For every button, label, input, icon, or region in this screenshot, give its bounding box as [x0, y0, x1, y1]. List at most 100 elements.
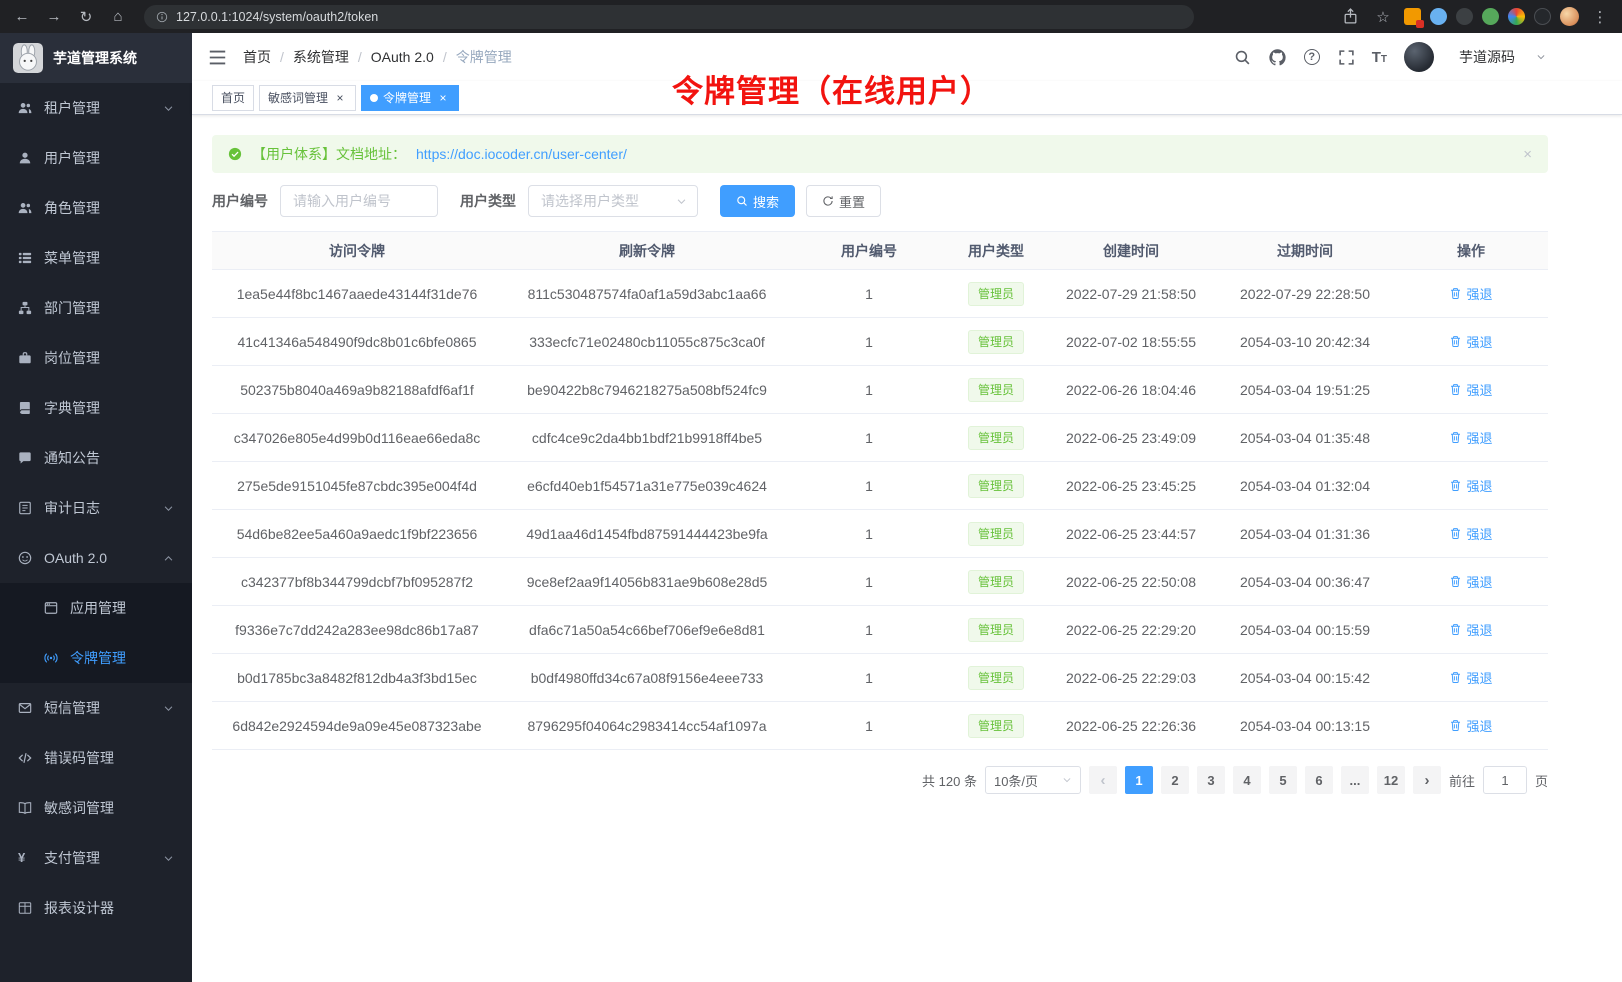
force-logout-button[interactable]: 强退 — [1449, 524, 1492, 543]
more-vert-icon[interactable]: ⋮ — [1588, 5, 1612, 29]
tab-close-icon[interactable]: × — [436, 91, 450, 105]
share-icon[interactable] — [1342, 8, 1359, 25]
breadcrumb-item[interactable]: 系统管理 — [293, 47, 349, 67]
tab[interactable]: 首页 — [212, 85, 254, 111]
force-logout-button[interactable]: 强退 — [1449, 668, 1492, 687]
bookmark-star-icon[interactable]: ☆ — [1371, 5, 1395, 29]
chevron-down-icon[interactable] — [1536, 52, 1546, 62]
github-icon[interactable] — [1268, 48, 1287, 67]
sensitive-icon — [18, 801, 32, 815]
site-info-icon[interactable] — [156, 11, 168, 23]
refresh-token-cell: 8796295f04064c2983414cc54af1097a — [502, 702, 792, 750]
sidebar-item-role[interactable]: 角色管理 — [0, 183, 192, 233]
page-button[interactable]: 3 — [1197, 766, 1225, 794]
app-logo[interactable]: 芋道管理系统 — [0, 33, 192, 83]
tenant-icon — [18, 101, 32, 115]
sidebar-item-tenant[interactable]: 租户管理 — [0, 83, 192, 133]
user-type-select[interactable]: 请选择用户类型 — [528, 185, 698, 217]
refresh-token-cell: 333ecfc71e02480cb11055c875c3ca0f — [502, 318, 792, 366]
page-button[interactable]: 12 — [1377, 766, 1405, 794]
browser-profile-avatar[interactable] — [1560, 7, 1579, 26]
extension-icon[interactable] — [1456, 8, 1473, 25]
force-logout-button[interactable]: 强退 — [1449, 620, 1492, 639]
app-icon — [44, 601, 58, 615]
tab-close-icon[interactable]: × — [333, 91, 347, 105]
sidebar-collapse-icon[interactable] — [208, 48, 227, 67]
breadcrumb-item[interactable]: OAuth 2.0 — [371, 49, 434, 65]
page-button[interactable]: 5 — [1269, 766, 1297, 794]
sidebar-item-user[interactable]: 用户管理 — [0, 133, 192, 183]
trash-icon — [1449, 719, 1462, 732]
sidebar-item-sensitive[interactable]: 敏感词管理 — [0, 783, 192, 833]
doc-link[interactable]: https://doc.iocoder.cn/user-center/ — [416, 146, 627, 162]
goto-suffix: 页 — [1535, 771, 1548, 790]
force-logout-button[interactable]: 强退 — [1449, 284, 1492, 303]
alert-close-icon[interactable]: × — [1523, 146, 1532, 163]
sidebar-item-label: 用户管理 — [44, 148, 100, 168]
expire-time-cell: 2054-03-04 00:15:42 — [1216, 654, 1394, 702]
next-page-button[interactable]: › — [1413, 766, 1441, 794]
user-id-cell: 1 — [792, 414, 946, 462]
force-logout-button[interactable]: 强退 — [1449, 428, 1492, 447]
breadcrumb-item[interactable]: 首页 — [243, 47, 271, 67]
trash-icon — [1449, 479, 1462, 492]
force-logout-button[interactable]: 强退 — [1449, 380, 1492, 399]
help-icon[interactable]: ? — [1304, 49, 1321, 66]
access-token-cell: 41c41346a548490f9dc8b01c6bfe0865 — [212, 318, 502, 366]
sidebar-item-dict[interactable]: 字典管理 — [0, 383, 192, 433]
extension-icon[interactable] — [1508, 8, 1525, 25]
sidebar-item-notice[interactable]: 通知公告 — [0, 433, 192, 483]
user-type-badge: 管理员 — [968, 570, 1024, 594]
reset-button[interactable]: 重置 — [806, 185, 881, 217]
goto-page-input[interactable] — [1483, 766, 1527, 794]
search-button[interactable]: 搜索 — [720, 185, 795, 217]
extension-icon[interactable] — [1534, 8, 1551, 25]
sidebar-item-dept[interactable]: 部门管理 — [0, 283, 192, 333]
search-icon[interactable] — [1234, 49, 1251, 66]
page-size-select[interactable]: 10条/页 — [985, 766, 1081, 794]
page-button[interactable]: 1 — [1125, 766, 1153, 794]
dept-icon — [18, 301, 32, 315]
avatar[interactable] — [1404, 42, 1434, 72]
force-logout-button[interactable]: 强退 — [1449, 332, 1492, 351]
sidebar-item-oauth[interactable]: OAuth 2.0 — [0, 533, 192, 583]
user-type-badge: 管理员 — [968, 714, 1024, 738]
sidebar-item-log[interactable]: 审计日志 — [0, 483, 192, 533]
force-logout-button[interactable]: 强退 — [1449, 716, 1492, 735]
tab[interactable]: 敏感词管理× — [259, 85, 356, 111]
tab[interactable]: 令牌管理× — [361, 85, 459, 111]
page-button[interactable]: 2 — [1161, 766, 1189, 794]
extension-icon[interactable] — [1430, 8, 1447, 25]
forward-icon[interactable]: → — [42, 5, 66, 29]
prev-page-button[interactable]: ‹ — [1089, 766, 1117, 794]
back-icon[interactable]: ← — [10, 5, 34, 29]
sidebar-item-menu[interactable]: 菜单管理 — [0, 233, 192, 283]
sidebar-subitem-app[interactable]: 应用管理 — [0, 583, 192, 633]
page-ellipsis-button[interactable]: ... — [1341, 766, 1369, 794]
sidebar-item-label: 应用管理 — [70, 598, 126, 618]
sidebar-item-label: 审计日志 — [44, 498, 100, 518]
force-logout-button[interactable]: 强退 — [1449, 572, 1492, 591]
reload-icon[interactable]: ↻ — [74, 5, 98, 29]
sidebar-item-pay[interactable]: ¥支付管理 — [0, 833, 192, 883]
sidebar-item-report[interactable]: 报表设计器 — [0, 883, 192, 933]
sidebar-item-errcode[interactable]: 错误码管理 — [0, 733, 192, 783]
page-button[interactable]: 4 — [1233, 766, 1261, 794]
page-button[interactable]: 6 — [1305, 766, 1333, 794]
user-name[interactable]: 芋道源码 — [1459, 47, 1515, 67]
user-id-input[interactable] — [280, 185, 438, 217]
sidebar-item-post[interactable]: 岗位管理 — [0, 333, 192, 383]
trash-icon — [1449, 335, 1462, 348]
url-text: 127.0.0.1:1024/system/oauth2/token — [176, 10, 378, 24]
force-logout-button[interactable]: 强退 — [1449, 476, 1492, 495]
font-size-icon[interactable]: TT — [1372, 50, 1387, 65]
access-token-cell: 54d6be82ee5a460a9aedc1f9bf223656 — [212, 510, 502, 558]
extension-icon[interactable] — [1404, 8, 1421, 25]
extension-icon[interactable] — [1482, 8, 1499, 25]
fullscreen-icon[interactable] — [1338, 49, 1355, 66]
home-icon[interactable]: ⌂ — [106, 5, 130, 29]
sidebar-item-sms[interactable]: 短信管理 — [0, 683, 192, 733]
sidebar-subitem-token[interactable]: 令牌管理 — [0, 633, 192, 683]
sidebar-item-label: 角色管理 — [44, 198, 100, 218]
address-bar[interactable]: 127.0.0.1:1024/system/oauth2/token — [144, 5, 1194, 29]
